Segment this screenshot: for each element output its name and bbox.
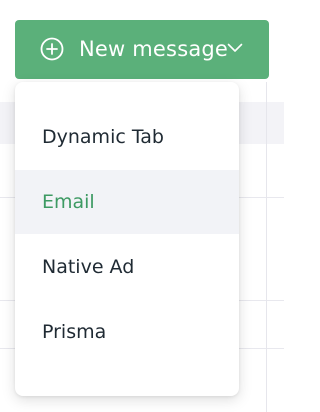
chevron-down-icon: [227, 43, 243, 52]
plus-circle-icon: [40, 37, 64, 61]
menu-item-label: Dynamic Tab: [42, 126, 164, 148]
menu-item-prisma[interactable]: Prisma: [15, 300, 239, 364]
menu-item-label: Prisma: [42, 321, 107, 343]
menu-item-dynamic-tab[interactable]: Dynamic Tab: [15, 105, 239, 169]
new-message-dropdown-menu: Dynamic Tab Email Native Ad Prisma: [15, 82, 239, 396]
menu-item-email[interactable]: Email: [15, 170, 239, 234]
page: New message Dynamic Tab Email Native Ad …: [0, 0, 284, 412]
background-column-divider: [266, 82, 267, 412]
new-message-button[interactable]: New message: [15, 20, 269, 79]
menu-item-label: Email: [42, 191, 95, 213]
menu-item-native-ad[interactable]: Native Ad: [15, 235, 239, 299]
new-message-label: New message: [79, 37, 229, 61]
menu-item-label: Native Ad: [42, 256, 135, 278]
